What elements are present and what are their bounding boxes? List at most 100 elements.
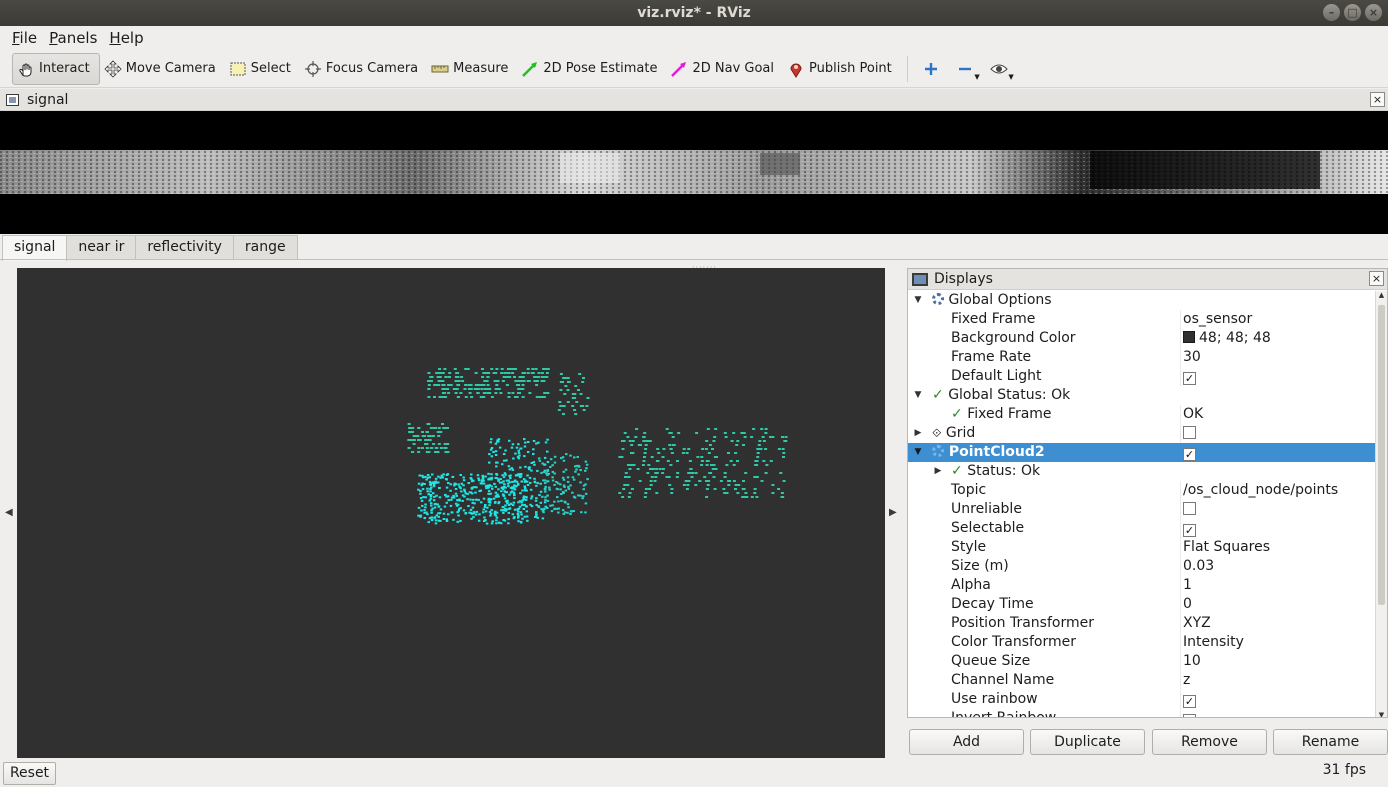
scroll-up-icon[interactable]: ▲ xyxy=(1376,291,1387,299)
point xyxy=(577,473,580,476)
tab-signal[interactable]: signal xyxy=(2,235,68,261)
point xyxy=(563,511,567,514)
default-light-checkbox[interactable]: ✓ xyxy=(1183,372,1196,385)
point xyxy=(428,517,432,520)
decay-time-value[interactable]: 0 xyxy=(1183,595,1192,614)
rename-display-button[interactable]: Rename xyxy=(1273,729,1388,755)
menu-help[interactable]: Help xyxy=(103,29,149,47)
expand-right-icon[interactable]: ▶ xyxy=(932,462,944,481)
expand-down-icon[interactable]: ▼ xyxy=(912,443,924,462)
fixed-frame-value[interactable]: os_sensor xyxy=(1183,310,1252,329)
point xyxy=(627,476,631,478)
expand-down-icon[interactable]: ▼ xyxy=(912,386,924,405)
tree-row-decay-time[interactable]: Decay Time 0 xyxy=(908,595,1376,614)
maximize-button[interactable]: □ xyxy=(1344,4,1361,21)
tab-near-ir[interactable]: near ir xyxy=(66,235,137,259)
tree-row-fixed-frame-status[interactable]: ✓ Fixed Frame OK xyxy=(908,405,1376,424)
point xyxy=(437,515,440,518)
collapse-left-arrow-icon[interactable]: ◀ xyxy=(5,507,13,518)
remove-display-button[interactable]: Remove xyxy=(1152,729,1267,755)
point xyxy=(512,501,516,504)
grid-enable-checkbox[interactable] xyxy=(1183,426,1196,439)
duplicate-display-button[interactable]: Duplicate xyxy=(1030,729,1145,755)
pose-estimate-tool-button[interactable]: 2D Pose Estimate xyxy=(517,53,666,85)
expand-right-icon[interactable]: ▶ xyxy=(912,424,924,443)
selectable-checkbox[interactable]: ✓ xyxy=(1183,524,1196,537)
3d-render-view[interactable] xyxy=(17,268,885,758)
point xyxy=(429,502,433,505)
tree-row-selectable[interactable]: Selectable ✓ xyxy=(908,519,1376,538)
tree-row-status-ok[interactable]: ▶ ✓ Status: Ok xyxy=(908,462,1376,481)
tree-row-global-options[interactable]: ▼ Global Options xyxy=(908,291,1376,310)
displays-scrollbar[interactable]: ▲ ▼ xyxy=(1375,291,1387,717)
expand-down-icon[interactable]: ▼ xyxy=(912,291,924,310)
tree-row-channel-name[interactable]: Channel Name z xyxy=(908,671,1376,690)
tree-row-grid[interactable]: ▶ ⟐ Grid xyxy=(908,424,1376,443)
move-camera-tool-button[interactable]: Move Camera xyxy=(100,53,225,85)
scroll-down-icon[interactable]: ▼ xyxy=(1376,711,1387,717)
queue-size-value[interactable]: 10 xyxy=(1183,652,1201,671)
focus-camera-tool-button[interactable]: Focus Camera xyxy=(300,53,427,85)
menu-panels[interactable]: Panels xyxy=(43,29,103,47)
tree-row-pointcloud2[interactable]: ▼ PointCloud2 ✓ xyxy=(908,443,1376,462)
signal-image xyxy=(0,111,1388,234)
tool-properties-button[interactable]: ▼ xyxy=(982,54,1016,84)
tree-row-global-status[interactable]: ▼ ✓ Global Status: Ok xyxy=(908,386,1376,405)
tree-row-default-light[interactable]: Default Light ✓ xyxy=(908,367,1376,386)
tab-reflectivity[interactable]: reflectivity xyxy=(135,235,234,259)
color-transformer-value[interactable]: Intensity xyxy=(1183,633,1244,652)
point xyxy=(566,377,570,379)
tree-row-size[interactable]: Size (m) 0.03 xyxy=(908,557,1376,576)
add-display-button[interactable]: Add xyxy=(909,729,1024,755)
point xyxy=(643,432,647,434)
interact-tool-button[interactable]: Interact xyxy=(12,52,100,85)
publish-point-label: Publish Point xyxy=(809,61,892,76)
tree-row-fixed-frame[interactable]: Fixed Frame os_sensor xyxy=(908,310,1376,329)
tree-row-unreliable[interactable]: Unreliable xyxy=(908,500,1376,519)
use-rainbow-checkbox[interactable]: ✓ xyxy=(1183,695,1196,708)
style-value[interactable]: Flat Squares xyxy=(1183,538,1270,557)
menu-file[interactable]: File xyxy=(6,29,43,47)
channel-name-value[interactable]: z xyxy=(1183,671,1190,690)
tree-row-frame-rate[interactable]: Frame Rate 30 xyxy=(908,348,1376,367)
add-tool-button[interactable] xyxy=(914,54,948,84)
position-transformer-value[interactable]: XYZ xyxy=(1183,614,1211,633)
remove-tool-button[interactable]: ▼ xyxy=(948,54,982,84)
frame-rate-value[interactable]: 30 xyxy=(1183,348,1201,367)
alpha-value[interactable]: 1 xyxy=(1183,576,1192,595)
minimize-button[interactable]: – xyxy=(1323,4,1340,21)
topic-value[interactable]: /os_cloud_node/points xyxy=(1183,481,1338,500)
tree-row-color-transformer[interactable]: Color Transformer Intensity xyxy=(908,633,1376,652)
unreliable-checkbox[interactable] xyxy=(1183,502,1196,515)
point xyxy=(438,368,442,370)
scrollbar-thumb[interactable] xyxy=(1378,305,1385,605)
select-tool-button[interactable]: Select xyxy=(225,53,300,85)
nav-goal-tool-button[interactable]: 2D Nav Goal xyxy=(666,53,783,85)
tree-row-background-color[interactable]: Background Color 48; 48; 48 xyxy=(908,329,1376,348)
tree-row-queue-size[interactable]: Queue Size 10 xyxy=(908,652,1376,671)
collapse-right-arrow-icon[interactable]: ▶ xyxy=(889,507,897,518)
point xyxy=(429,427,433,429)
tree-row-position-transformer[interactable]: Position Transformer XYZ xyxy=(908,614,1376,633)
point xyxy=(551,504,554,507)
tree-row-alpha[interactable]: Alpha 1 xyxy=(908,576,1376,595)
point xyxy=(467,505,470,507)
point xyxy=(417,427,421,429)
point xyxy=(705,496,709,498)
close-window-button[interactable]: × xyxy=(1365,4,1382,21)
displays-panel-close-button[interactable]: × xyxy=(1369,271,1384,286)
tree-row-invert-rainbow[interactable]: Invert Rainbow ✓ xyxy=(908,709,1376,717)
tab-range[interactable]: range xyxy=(232,235,298,259)
tree-row-style[interactable]: Style Flat Squares xyxy=(908,538,1376,557)
size-value[interactable]: 0.03 xyxy=(1183,557,1214,576)
measure-tool-button[interactable]: Measure xyxy=(427,53,517,85)
reset-button[interactable]: Reset xyxy=(3,762,56,785)
tree-row-use-rainbow[interactable]: Use rainbow ✓ xyxy=(908,690,1376,709)
pointcloud-enable-checkbox[interactable]: ✓ xyxy=(1183,448,1196,461)
point xyxy=(584,460,588,463)
invert-rainbow-checkbox[interactable]: ✓ xyxy=(1183,714,1196,717)
tree-row-topic[interactable]: Topic /os_cloud_node/points xyxy=(908,481,1376,500)
signal-panel-close-button[interactable]: × xyxy=(1370,92,1385,107)
publish-point-tool-button[interactable]: Publish Point xyxy=(783,53,901,85)
plus-icon xyxy=(924,62,937,75)
